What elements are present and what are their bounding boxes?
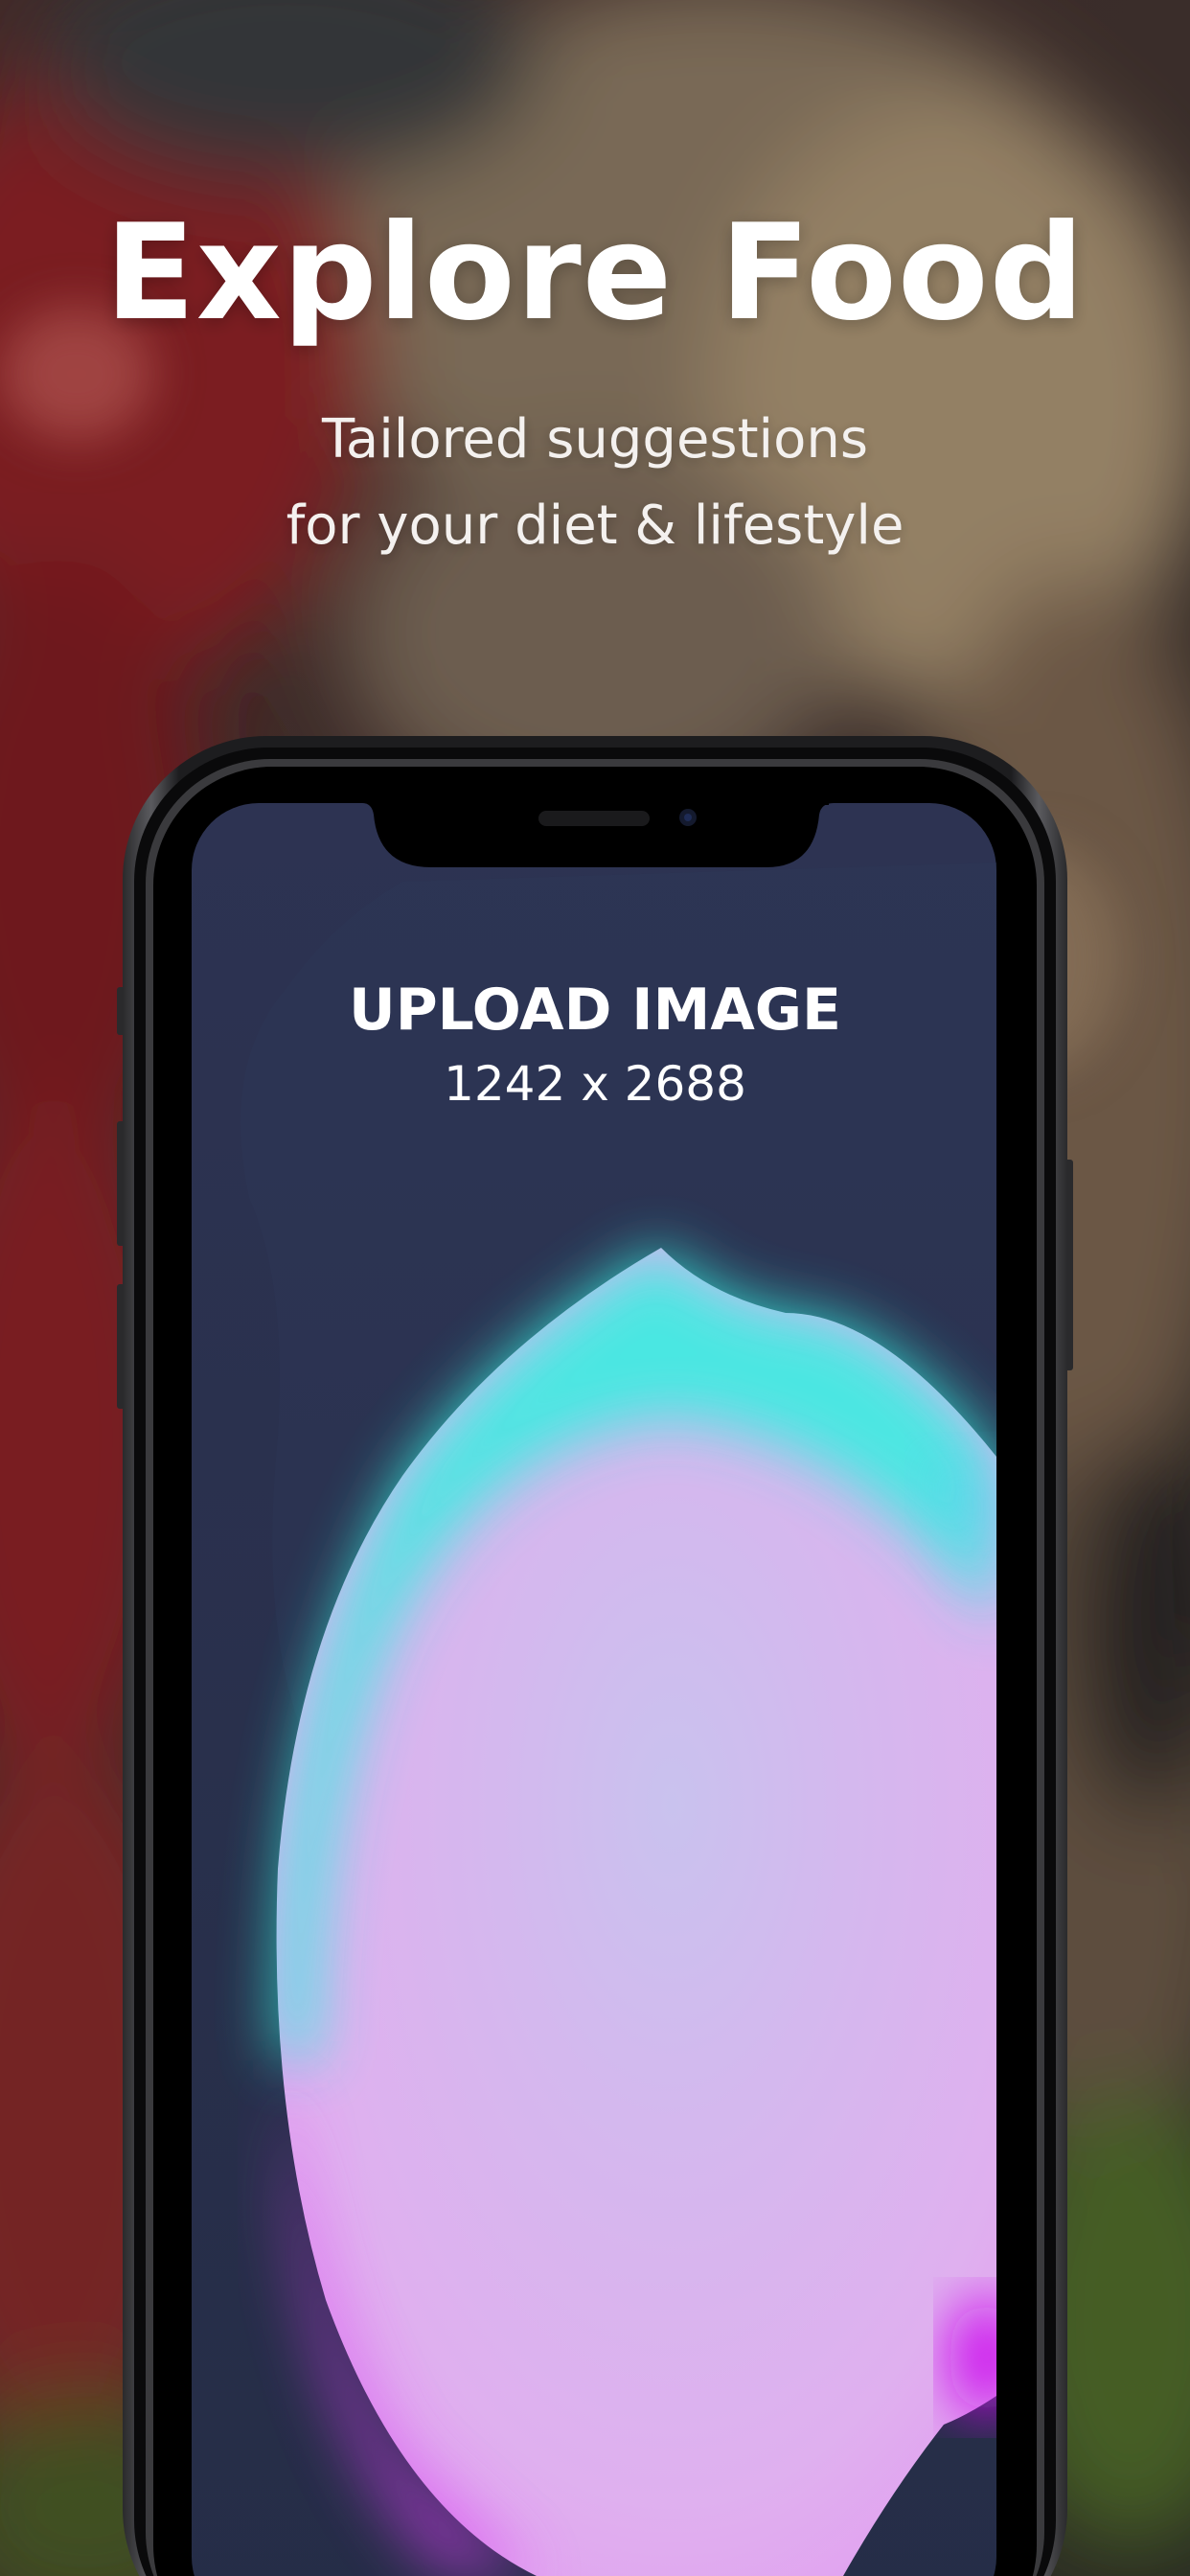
upload-image-label: UPLOAD IMAGE	[348, 977, 841, 1044]
upload-image-size: 1242 x 2688	[444, 1056, 746, 1112]
app-store-screenshot: Explore Food Tailored suggestions for yo…	[0, 0, 1190, 2576]
phone-mockup	[117, 736, 1073, 2576]
